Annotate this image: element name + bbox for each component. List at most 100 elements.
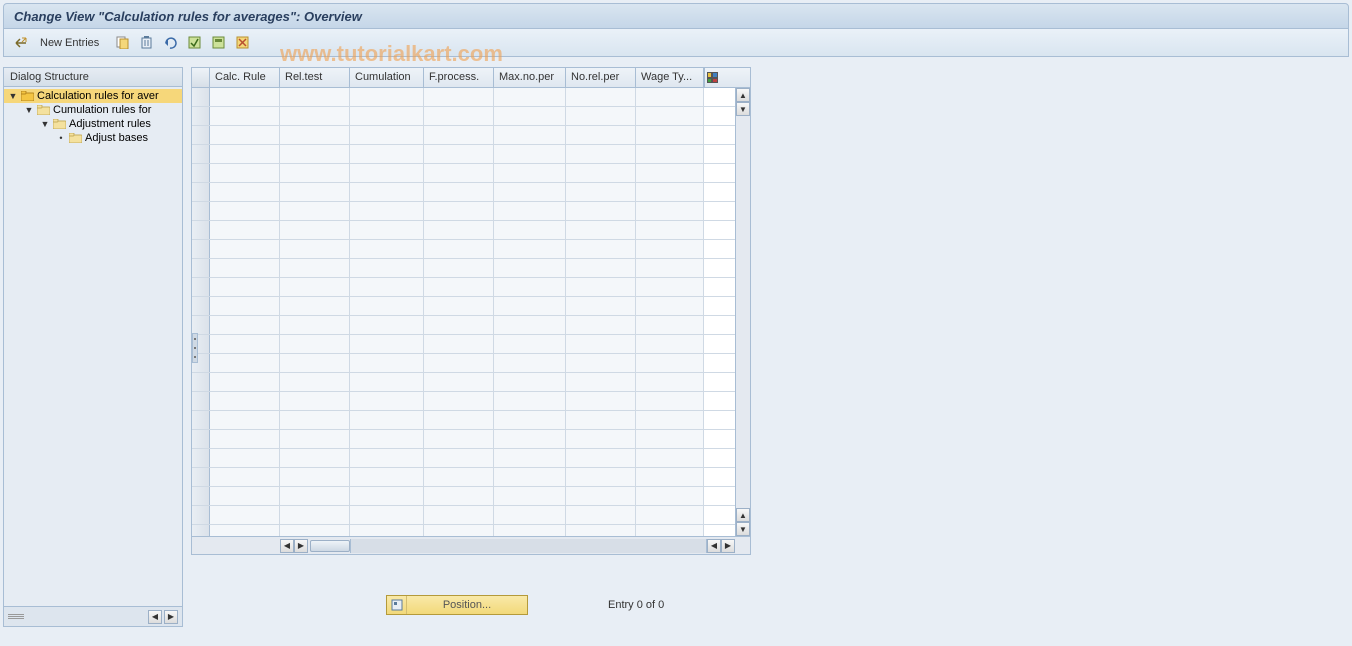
table-cell[interactable] (424, 468, 494, 486)
table-cell[interactable] (350, 525, 424, 536)
table-cell[interactable] (494, 392, 566, 410)
table-cell[interactable] (210, 297, 280, 315)
table-cell[interactable] (424, 221, 494, 239)
table-cell[interactable] (280, 259, 350, 277)
table-cell[interactable] (636, 354, 704, 372)
other-view-icon[interactable] (12, 34, 30, 52)
table-cell[interactable] (350, 183, 424, 201)
table-cell[interactable] (350, 487, 424, 505)
table-cell[interactable] (210, 487, 280, 505)
table-cell[interactable] (210, 240, 280, 258)
table-cell[interactable] (636, 145, 704, 163)
table-cell[interactable] (494, 145, 566, 163)
table-cell[interactable] (350, 202, 424, 220)
table-cell[interactable] (350, 240, 424, 258)
hscroll-right-end-button[interactable]: ▶ (721, 539, 735, 553)
row-selector[interactable] (192, 297, 210, 315)
table-cell[interactable] (636, 297, 704, 315)
tree-node[interactable]: ▼Adjustment rules (4, 117, 182, 131)
tree-node[interactable]: ▼Calculation rules for aver (4, 89, 182, 103)
table-cell[interactable] (566, 202, 636, 220)
table-cell[interactable] (566, 354, 636, 372)
table-cell[interactable] (494, 373, 566, 391)
table-cell[interactable] (210, 506, 280, 524)
table-cell[interactable] (566, 468, 636, 486)
table-cell[interactable] (636, 221, 704, 239)
splitter-handle[interactable] (192, 333, 198, 363)
row-selector[interactable] (192, 506, 210, 524)
column-header[interactable]: Calc. Rule (210, 68, 280, 87)
table-cell[interactable] (210, 164, 280, 182)
table-cell[interactable] (636, 316, 704, 334)
row-selector[interactable] (192, 240, 210, 258)
table-cell[interactable] (350, 297, 424, 315)
table-cell[interactable] (210, 183, 280, 201)
table-cell[interactable] (350, 316, 424, 334)
table-cell[interactable] (350, 411, 424, 429)
row-selector[interactable] (192, 468, 210, 486)
horizontal-scrollbar[interactable]: ◀ ▶ ◀ ▶ (191, 537, 751, 555)
delete-icon[interactable] (137, 34, 155, 52)
table-cell[interactable] (424, 354, 494, 372)
table-cell[interactable] (566, 487, 636, 505)
table-cell[interactable] (280, 354, 350, 372)
table-cell[interactable] (494, 164, 566, 182)
table-cell[interactable] (494, 88, 566, 106)
table-cell[interactable] (494, 259, 566, 277)
position-button[interactable]: Position... (386, 595, 528, 615)
table-cell[interactable] (636, 278, 704, 296)
row-selector[interactable] (192, 107, 210, 125)
table-cell[interactable] (566, 316, 636, 334)
table-cell[interactable] (280, 392, 350, 410)
table-cell[interactable] (210, 392, 280, 410)
deselect-all-icon[interactable] (233, 34, 251, 52)
row-selector[interactable] (192, 392, 210, 410)
table-cell[interactable] (280, 107, 350, 125)
table-cell[interactable] (280, 506, 350, 524)
table-cell[interactable] (280, 278, 350, 296)
table-cell[interactable] (424, 506, 494, 524)
table-cell[interactable] (636, 202, 704, 220)
row-selector[interactable] (192, 316, 210, 334)
table-cell[interactable] (424, 449, 494, 467)
table-cell[interactable] (280, 221, 350, 239)
scroll-up-alt-button[interactable]: ▲ (736, 508, 750, 522)
table-cell[interactable] (280, 487, 350, 505)
table-cell[interactable] (210, 259, 280, 277)
table-cell[interactable] (350, 221, 424, 239)
table-cell[interactable] (424, 392, 494, 410)
table-cell[interactable] (210, 316, 280, 334)
new-entries-button[interactable]: New Entries (36, 35, 103, 51)
table-cell[interactable] (566, 107, 636, 125)
scroll-up-button[interactable]: ▲ (736, 88, 750, 102)
table-cell[interactable] (636, 107, 704, 125)
table-cell[interactable] (636, 240, 704, 258)
table-cell[interactable] (210, 373, 280, 391)
table-cell[interactable] (494, 487, 566, 505)
table-cell[interactable] (636, 468, 704, 486)
tree-expand-icon[interactable]: ▼ (24, 105, 34, 115)
row-selector[interactable] (192, 145, 210, 163)
table-cell[interactable] (210, 354, 280, 372)
table-cell[interactable] (350, 278, 424, 296)
table-cell[interactable] (424, 411, 494, 429)
table-cell[interactable] (636, 525, 704, 536)
row-selector[interactable] (192, 430, 210, 448)
table-cell[interactable] (350, 506, 424, 524)
table-cell[interactable] (280, 373, 350, 391)
table-cell[interactable] (566, 240, 636, 258)
table-cell[interactable] (636, 449, 704, 467)
table-cell[interactable] (350, 145, 424, 163)
table-cell[interactable] (280, 316, 350, 334)
table-cell[interactable] (566, 88, 636, 106)
row-selector[interactable] (192, 221, 210, 239)
hscroll-right-button[interactable]: ▶ (294, 539, 308, 553)
table-cell[interactable] (636, 506, 704, 524)
table-cell[interactable] (494, 411, 566, 429)
table-cell[interactable] (350, 259, 424, 277)
row-selector[interactable] (192, 373, 210, 391)
hscroll-left-end-button[interactable]: ◀ (707, 539, 721, 553)
table-cell[interactable] (566, 506, 636, 524)
table-cell[interactable] (494, 354, 566, 372)
drag-handle-icon[interactable] (8, 614, 24, 619)
